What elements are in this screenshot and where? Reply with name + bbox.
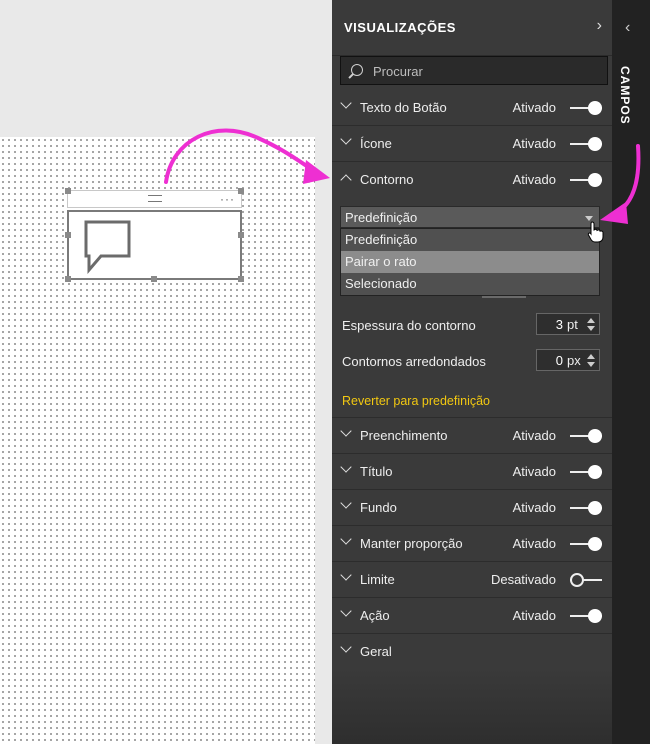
section-icon[interactable]: Ícone Ativado: [332, 126, 612, 162]
toggle-status: Ativado: [512, 172, 556, 187]
toggle-switch[interactable]: [570, 537, 602, 551]
section-label: Ação: [360, 608, 390, 623]
pane-header: VISUALIZAÇÕES ›: [332, 0, 612, 56]
outline-weight-stepper[interactable]: 3 pt: [536, 313, 600, 335]
section-general[interactable]: Geral: [332, 634, 612, 670]
toggle-switch[interactable]: [570, 173, 602, 187]
toggle-status: Ativado: [512, 536, 556, 551]
toggle-status: Ativado: [512, 608, 556, 623]
stepper-unit: pt: [567, 317, 578, 332]
section-label: Título: [360, 464, 393, 479]
section-lock-aspect[interactable]: Manter proporção Ativado: [332, 526, 612, 562]
toggle-status: Ativado: [512, 428, 556, 443]
toggle-status: Ativado: [512, 500, 556, 515]
visual-header[interactable]: ···: [67, 190, 242, 208]
increment-icon[interactable]: [587, 318, 595, 323]
increment-icon[interactable]: [587, 354, 595, 359]
chevron-down-icon[interactable]: [340, 97, 352, 109]
hand-cursor-icon: [587, 221, 604, 243]
toggle-status: Desativado: [490, 572, 556, 587]
stepper-value[interactable]: 3: [537, 317, 563, 332]
chevron-right-icon[interactable]: ›: [597, 17, 602, 35]
toggle-switch[interactable]: [570, 465, 602, 479]
toggle-status: Ativado: [512, 136, 556, 151]
toggle-switch[interactable]: [570, 137, 602, 151]
chevron-down-icon[interactable]: [340, 533, 352, 545]
chevron-up-icon[interactable]: [340, 174, 352, 186]
section-border[interactable]: Limite Desativado: [332, 562, 612, 598]
chevron-down-icon[interactable]: [340, 641, 352, 653]
search-input[interactable]: Procurar: [340, 56, 608, 85]
state-dropdown[interactable]: Predefinição: [340, 206, 604, 243]
section-action[interactable]: Ação Ativado: [332, 598, 612, 634]
section-background[interactable]: Fundo Ativado: [332, 490, 612, 526]
drag-grip-icon[interactable]: [148, 195, 162, 202]
toggle-status: Ativado: [512, 100, 556, 115]
pane-empty-area: [332, 668, 612, 744]
rounded-edges-stepper[interactable]: 0 px: [536, 349, 600, 371]
dropdown-option[interactable]: Predefinição: [341, 229, 599, 251]
visualizations-pane: VISUALIZAÇÕES › Procurar Texto do Botão …: [332, 0, 612, 744]
section-title[interactable]: Título Ativado: [332, 454, 612, 490]
decrement-icon[interactable]: [587, 326, 595, 331]
revert-to-default-link[interactable]: Reverter para predefinição: [342, 394, 490, 408]
section-label: Geral: [360, 644, 392, 659]
section-label: Limite: [360, 572, 395, 587]
section-fill[interactable]: Preenchimento Ativado: [332, 418, 612, 454]
button-visual[interactable]: ···: [65, 188, 244, 282]
section-label: Manter proporção: [360, 536, 463, 551]
chevron-left-icon[interactable]: ‹: [625, 19, 630, 37]
chevron-down-icon[interactable]: [340, 133, 352, 145]
section-label: Texto do Botão: [360, 100, 447, 115]
report-canvas: ···: [0, 0, 332, 744]
section-label: Fundo: [360, 500, 397, 515]
toggle-switch[interactable]: [570, 101, 602, 115]
toggle-status: Ativado: [512, 464, 556, 479]
chevron-down-icon[interactable]: [340, 569, 352, 581]
resize-handle[interactable]: [238, 188, 244, 194]
section-outline[interactable]: Contorno Ativado: [332, 162, 612, 198]
resize-handle[interactable]: [65, 276, 71, 282]
resize-handle[interactable]: [238, 232, 244, 238]
chevron-down-icon[interactable]: [340, 425, 352, 437]
chevron-down-icon[interactable]: [340, 461, 352, 473]
fields-pane-collapsed[interactable]: ‹ CAMPOS: [612, 0, 650, 744]
resize-handle[interactable]: [238, 276, 244, 282]
more-options-icon[interactable]: ···: [220, 192, 235, 206]
resize-handle[interactable]: [65, 232, 71, 238]
dropdown-selected-value: Predefinição: [345, 210, 418, 225]
section-label: Preenchimento: [360, 428, 448, 443]
toggle-switch[interactable]: [570, 501, 602, 515]
stepper-value[interactable]: 0: [537, 353, 563, 368]
dropdown-options[interactable]: Predefinição Pairar o rato Selecionado: [340, 228, 600, 296]
chevron-down-icon[interactable]: [340, 497, 352, 509]
toggle-switch[interactable]: [570, 429, 602, 443]
fields-pane-label[interactable]: CAMPOS: [618, 66, 632, 125]
dropdown-option-hovered[interactable]: Pairar o rato: [341, 251, 599, 273]
section-label: Ícone: [360, 136, 392, 151]
chevron-down-icon[interactable]: [340, 605, 352, 617]
section-label: Contorno: [360, 172, 414, 187]
toggle-switch[interactable]: [570, 609, 602, 623]
decrement-icon[interactable]: [587, 362, 595, 367]
section-button-text[interactable]: Texto do Botão Ativado: [332, 90, 612, 126]
dropdown-option[interactable]: Selecionado: [341, 273, 599, 295]
outline-weight-label: Espessura do contorno: [342, 318, 476, 333]
search-icon: [351, 64, 363, 76]
rounded-edges-label: Contornos arredondados: [342, 354, 486, 369]
resize-handle[interactable]: [151, 276, 157, 282]
search-placeholder: Procurar: [373, 64, 423, 79]
resize-handle[interactable]: [65, 188, 71, 194]
pane-title: VISUALIZAÇÕES: [344, 20, 456, 35]
stepper-unit: px: [567, 353, 581, 368]
button-body[interactable]: [67, 210, 242, 280]
speech-bubble-icon: [84, 220, 131, 274]
toggle-switch[interactable]: [570, 573, 602, 587]
